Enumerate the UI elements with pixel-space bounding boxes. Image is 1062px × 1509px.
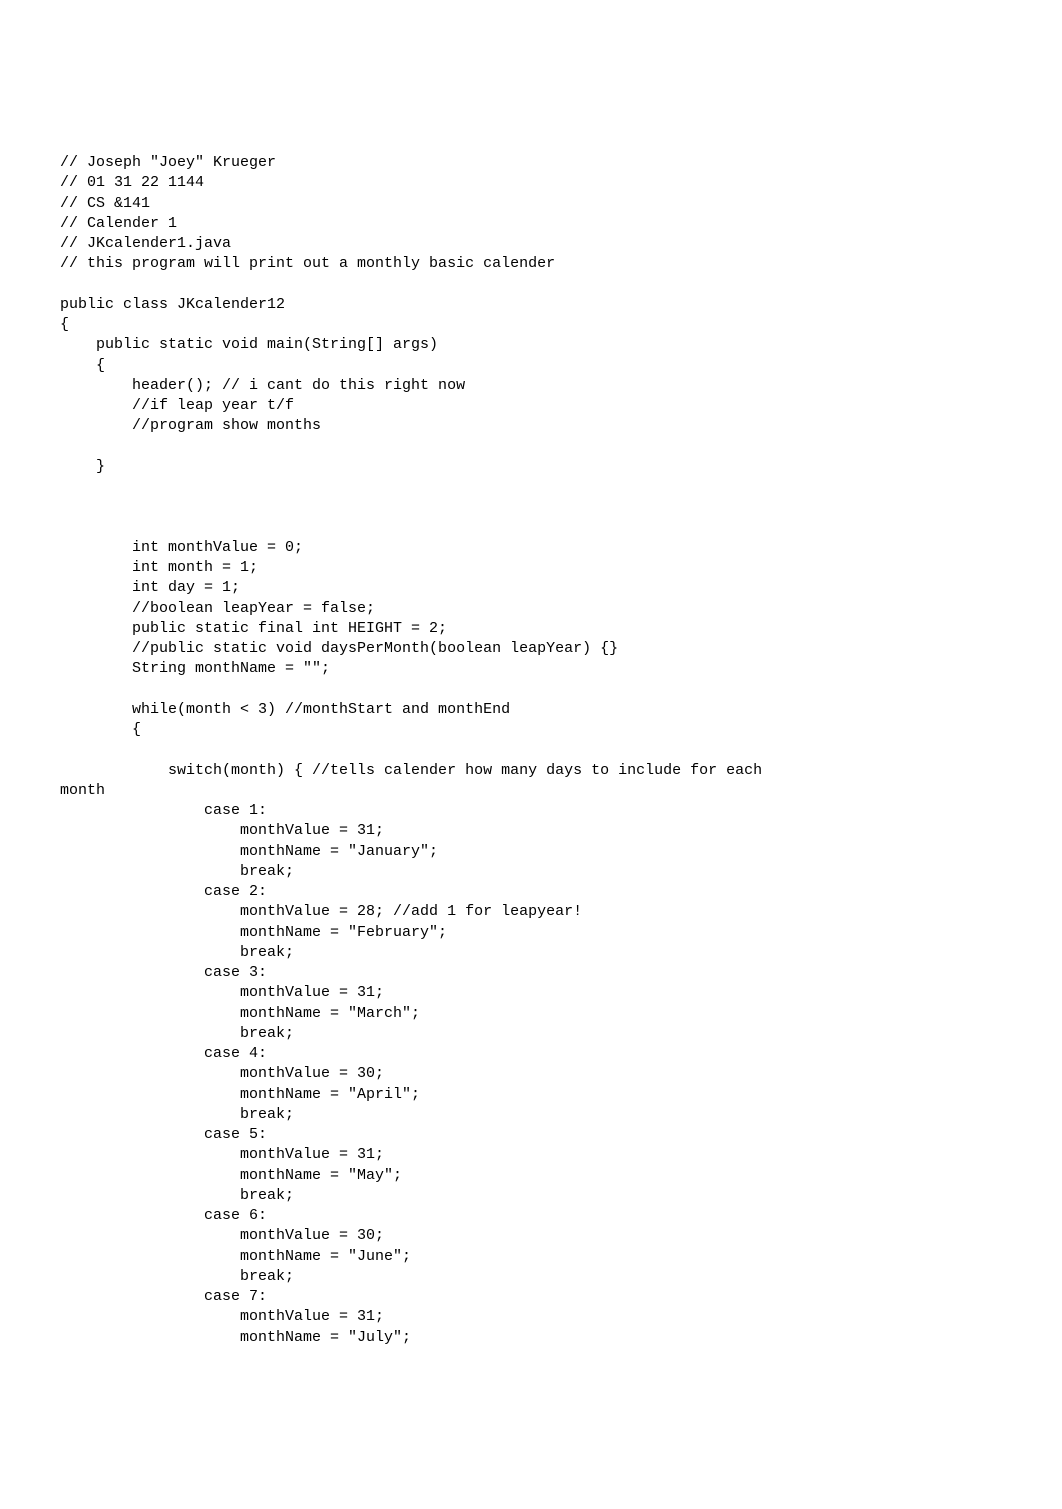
code-block: // Joseph "Joey" Krueger // 01 31 22 114… — [60, 153, 1002, 1348]
